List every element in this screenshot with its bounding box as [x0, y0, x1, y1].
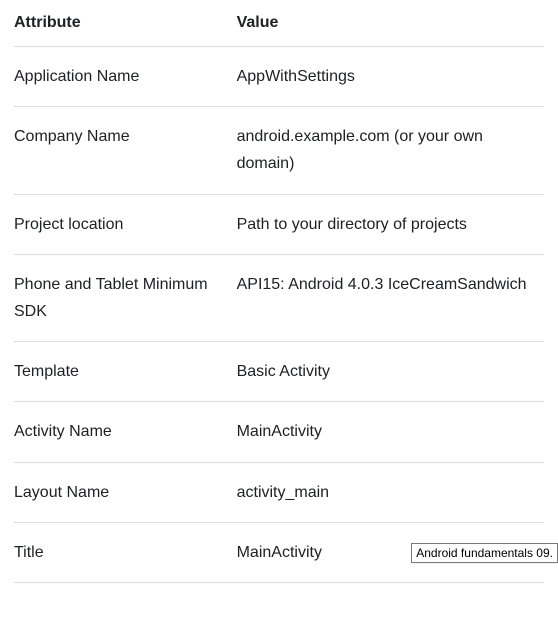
- table-row: Template Basic Activity: [14, 342, 544, 402]
- cell-value: MainActivity: [237, 402, 544, 462]
- table-row: Layout Name activity_main: [14, 462, 544, 522]
- cell-attribute: Title: [14, 522, 237, 582]
- table-row: Company Name android.example.com (or you…: [14, 107, 544, 194]
- table-header-row: Attribute Value: [14, 0, 544, 47]
- table-row: Phone and Tablet Minimum SDK API15: Andr…: [14, 254, 544, 341]
- cell-attribute: Layout Name: [14, 462, 237, 522]
- cell-attribute: Activity Name: [14, 402, 237, 462]
- attributes-table: Attribute Value Application Name AppWith…: [14, 0, 544, 583]
- header-attribute: Attribute: [14, 0, 237, 47]
- table-row: Project location Path to your directory …: [14, 194, 544, 254]
- cell-attribute: Phone and Tablet Minimum SDK: [14, 254, 237, 341]
- page: Attribute Value Application Name AppWith…: [0, 0, 558, 619]
- cell-value: AppWithSettings: [237, 47, 544, 107]
- cell-value: android.example.com (or your own domain): [237, 107, 544, 194]
- cell-value: API15: Android 4.0.3 IceCreamSandwich: [237, 254, 544, 341]
- cell-attribute: Project location: [14, 194, 237, 254]
- cell-value: Path to your directory of projects: [237, 194, 544, 254]
- header-value: Value: [237, 0, 544, 47]
- link-tooltip: Android fundamentals 09.: [411, 543, 558, 563]
- cell-attribute: Application Name: [14, 47, 237, 107]
- table-row: Application Name AppWithSettings: [14, 47, 544, 107]
- table-row: Activity Name MainActivity: [14, 402, 544, 462]
- cell-attribute: Template: [14, 342, 237, 402]
- cell-value: activity_main: [237, 462, 544, 522]
- cell-value: Basic Activity: [237, 342, 544, 402]
- cell-attribute: Company Name: [14, 107, 237, 194]
